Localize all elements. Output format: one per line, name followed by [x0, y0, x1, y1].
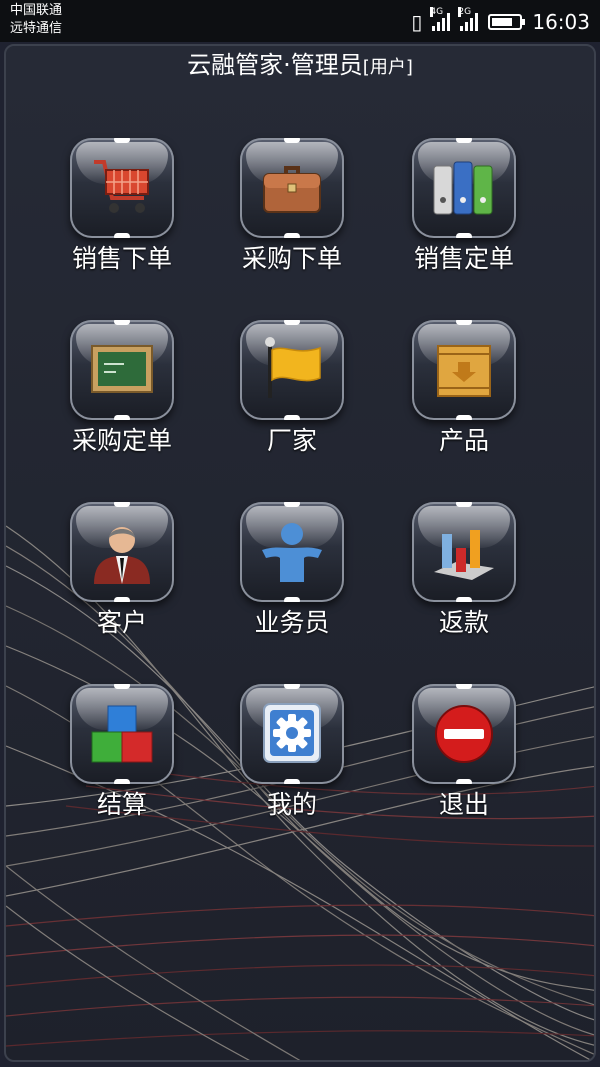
menu-button[interactable] — [240, 138, 344, 238]
status-icons: ▯ 4G 2G 16:03 — [411, 7, 590, 36]
menu-item-salesperson[interactable]: 业务员 — [222, 502, 362, 662]
menu-label: 产品 — [438, 426, 489, 455]
menu-item-customers[interactable]: 客户 — [52, 502, 192, 662]
crate-icon — [437, 345, 491, 397]
battery-icon — [488, 14, 526, 30]
menu-button[interactable] — [70, 138, 174, 238]
menu-grid: 销售下单 采购下单 销售定单 采购定单 厂家 产品 客户 业务员 返款 结算 我… — [6, 46, 594, 1060]
menu-label: 销售下单 — [71, 244, 172, 273]
menu-label: 结算 — [96, 790, 147, 819]
menu-item-products[interactable]: 产品 — [394, 320, 534, 480]
menu-label: 业务员 — [254, 608, 330, 637]
status-bar: 中国联通 远特通信 ▯ 4G 2G 16:03 — [0, 0, 600, 42]
carrier-name-2: 远特通信 — [10, 21, 63, 36]
businessman-icon — [94, 527, 150, 584]
menu-item-logout[interactable]: 退出 — [394, 684, 534, 844]
menu-item-sales-booking[interactable]: 销售定单 — [394, 138, 534, 298]
menu-button[interactable] — [412, 320, 516, 420]
net-type-1: 4G — [430, 7, 444, 17]
menu-label: 厂家 — [266, 426, 317, 455]
carrier-info: 中国联通 远特通信 — [10, 2, 62, 38]
briefcase-icon — [263, 166, 321, 213]
menu-button[interactable] — [412, 138, 516, 238]
chalkboard-icon — [91, 345, 153, 393]
menu-button[interactable] — [240, 684, 344, 784]
bar-chart-icon — [434, 530, 494, 580]
vibrate-icon: ▯ — [411, 10, 423, 34]
clock: 16:03 — [532, 10, 590, 34]
blocks-icon — [91, 705, 153, 763]
menu-label: 我的 — [266, 790, 317, 819]
menu-button[interactable] — [412, 684, 516, 784]
menu-button[interactable] — [70, 502, 174, 602]
menu-label: 采购下单 — [241, 244, 342, 273]
app-screen: 云融管家·管理员[用户] 销售下单 采购下单 销售定单 采购定单 厂家 产品 客… — [4, 44, 596, 1062]
menu-item-profile[interactable]: 我的 — [222, 684, 362, 844]
signal-2g-icon: 2G — [458, 7, 479, 31]
net-type-2: 2G — [458, 7, 472, 17]
menu-label: 销售定单 — [413, 244, 514, 273]
menu-item-sales-order[interactable]: 销售下单 — [52, 138, 192, 298]
menu-button[interactable] — [240, 320, 344, 420]
binders-icon — [433, 161, 493, 215]
menu-button[interactable] — [240, 502, 344, 602]
signal-4g-icon: 4G — [430, 7, 451, 31]
menu-item-settlement[interactable]: 结算 — [52, 684, 192, 844]
menu-button[interactable] — [70, 320, 174, 420]
gear-icon — [263, 703, 321, 763]
menu-label: 采购定单 — [71, 426, 172, 455]
menu-label: 返款 — [438, 608, 489, 637]
flag-icon — [265, 337, 321, 398]
no-entry-icon — [435, 705, 493, 763]
carrier-name-1: 中国联通 — [10, 3, 63, 18]
menu-label: 客户 — [96, 608, 147, 637]
menu-label: 退出 — [438, 790, 489, 819]
menu-item-manufacturer[interactable]: 厂家 — [222, 320, 362, 480]
menu-item-purchase-order[interactable]: 采购下单 — [222, 138, 362, 298]
menu-button[interactable] — [412, 502, 516, 602]
person-icon — [262, 523, 322, 582]
shopping-cart-icon — [94, 160, 149, 213]
menu-button[interactable] — [70, 684, 174, 784]
menu-item-purchase-booking[interactable]: 采购定单 — [52, 320, 192, 480]
menu-item-rebate[interactable]: 返款 — [394, 502, 534, 662]
